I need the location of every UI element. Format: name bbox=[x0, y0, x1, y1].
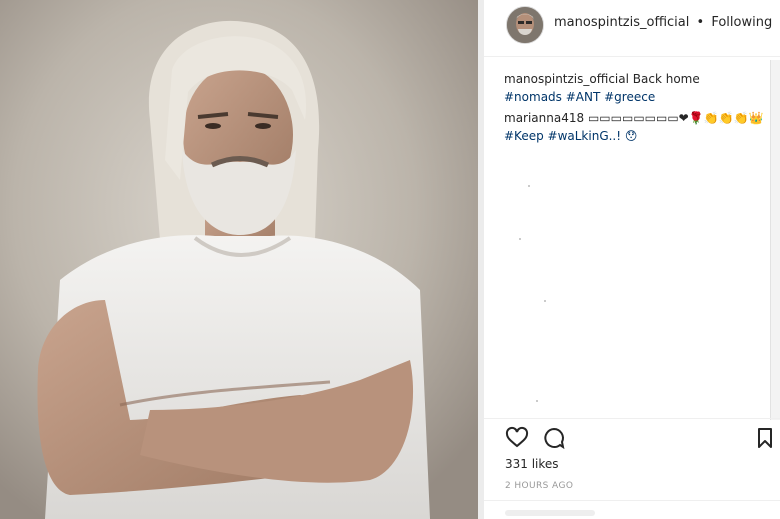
header-text: manospintzis_official • Following bbox=[554, 15, 772, 30]
scroll-edge bbox=[770, 60, 780, 420]
action-bar bbox=[505, 426, 775, 452]
comments-list: manospintzis_official Back home #nomads … bbox=[504, 70, 764, 148]
comment-hashtags[interactable]: #Keep #waLkinG..! 😯 bbox=[504, 129, 637, 143]
comment-icon[interactable] bbox=[542, 426, 566, 450]
comment-hashtags[interactable]: #nomads #ANT #greece bbox=[504, 90, 655, 104]
avatar-image bbox=[507, 7, 543, 43]
add-comment-placeholder[interactable] bbox=[505, 510, 595, 516]
comment-item: marianna418 ▭▭▭▭▭▭▭▭❤🌹👏👏👏👑 #Keep #waLkin… bbox=[504, 109, 764, 145]
following-button[interactable]: Following bbox=[711, 15, 772, 30]
portrait-image bbox=[0, 0, 478, 519]
divider bbox=[484, 418, 780, 419]
divider-bottom bbox=[484, 500, 780, 501]
comment-username[interactable]: manospintzis_official bbox=[504, 72, 629, 86]
bookmark-icon[interactable] bbox=[753, 426, 777, 450]
comment-text: ▭▭▭▭▭▭▭▭❤🌹👏👏👏👑 bbox=[587, 111, 764, 125]
username-link[interactable]: manospintzis_official bbox=[554, 15, 689, 30]
post-header: manospintzis_official • Following bbox=[484, 0, 780, 57]
comment-username[interactable]: marianna418 bbox=[504, 111, 584, 125]
post-photo[interactable] bbox=[0, 0, 478, 519]
heart-icon[interactable] bbox=[505, 426, 529, 450]
separator-dot: • bbox=[696, 15, 705, 30]
avatar[interactable] bbox=[506, 6, 544, 44]
likes-count[interactable]: 331 likes bbox=[505, 457, 559, 471]
post-timestamp: 2 HOURS AGO bbox=[505, 481, 574, 491]
comment-text: Back home bbox=[632, 72, 700, 86]
comment-item: manospintzis_official Back home #nomads … bbox=[504, 70, 764, 106]
